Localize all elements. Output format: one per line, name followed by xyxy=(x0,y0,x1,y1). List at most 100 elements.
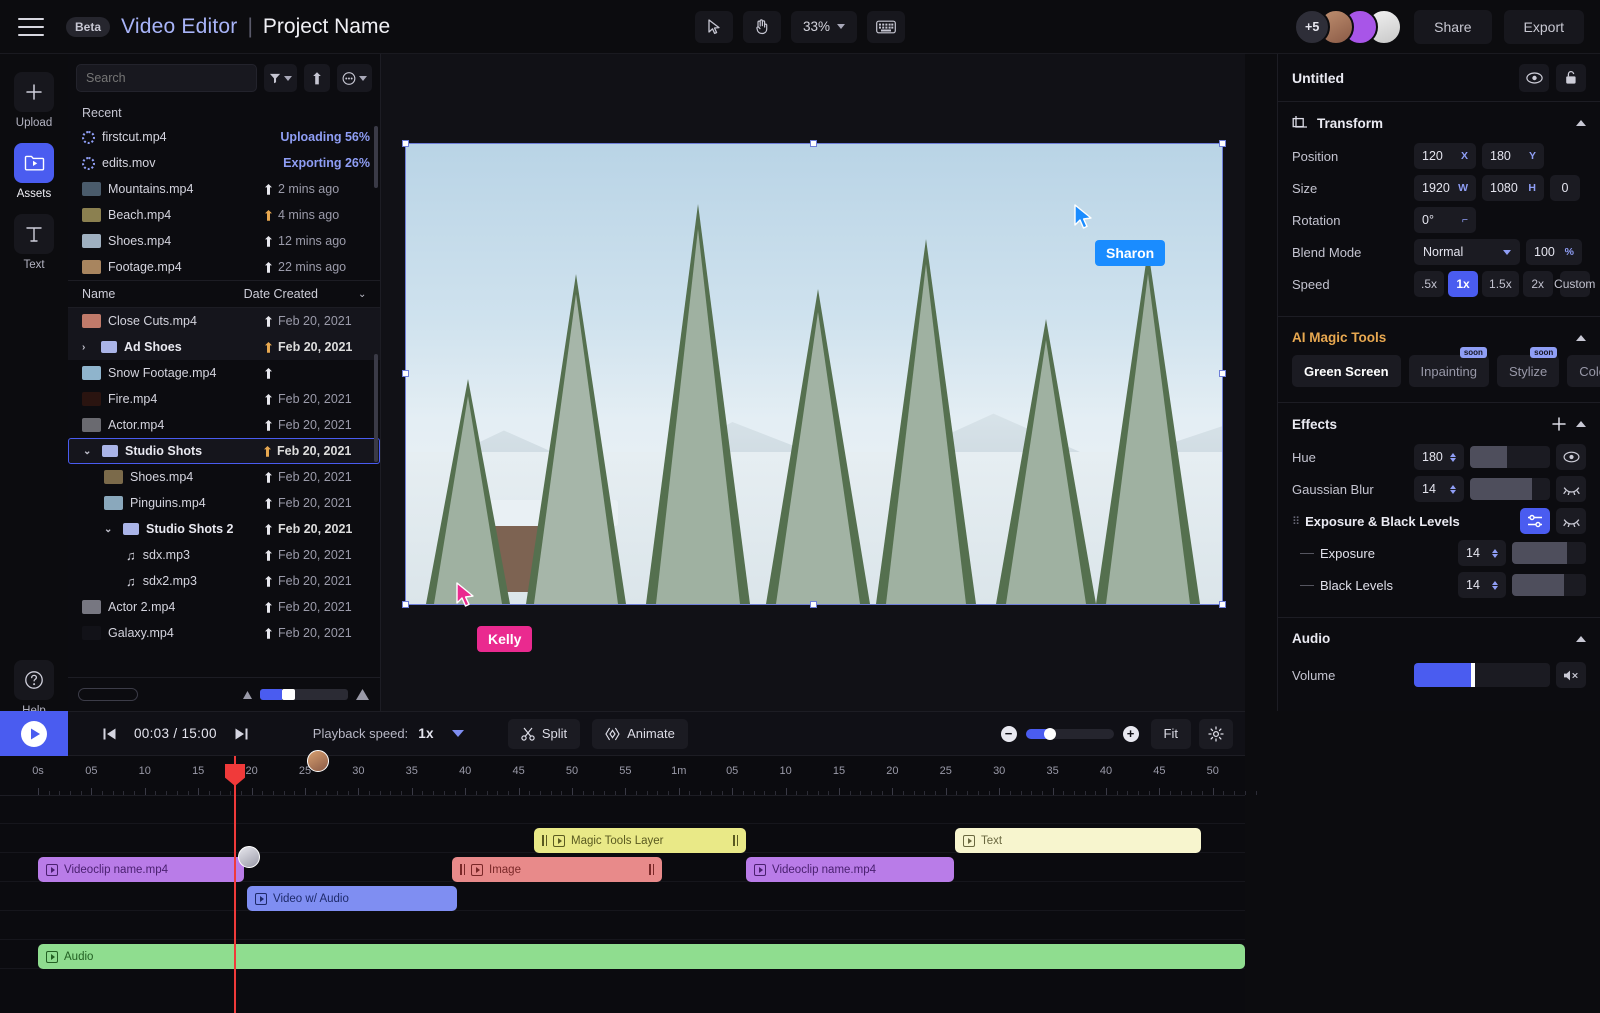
resize-handle-br[interactable] xyxy=(1219,601,1226,608)
assets-scrollbar[interactable] xyxy=(374,354,378,462)
select-tool-button[interactable] xyxy=(695,10,733,43)
speed-option-1p5x[interactable]: 1.5x xyxy=(1482,271,1519,297)
table-row[interactable]: Snow Footage.mp4 xyxy=(68,360,380,386)
chevron-right-icon[interactable]: › xyxy=(82,342,94,353)
effect-slider[interactable] xyxy=(1512,574,1586,596)
table-row[interactable]: Actor.mp4 Feb 20, 2021 xyxy=(68,412,380,438)
ai-tool-colorize[interactable]: Colorizesoon xyxy=(1567,355,1600,387)
keyboard-shortcuts-button[interactable] xyxy=(867,10,905,43)
speed-option-2x[interactable]: 2x xyxy=(1522,271,1553,297)
fit-button[interactable]: Fit xyxy=(1150,718,1191,749)
table-row[interactable]: Pinguins.mp4 Feb 20, 2021 xyxy=(68,490,380,516)
column-header-name[interactable]: Name xyxy=(82,287,115,301)
effects-header[interactable]: Effects xyxy=(1292,416,1586,432)
hand-tool-button[interactable] xyxy=(743,10,781,43)
effect-slider[interactable] xyxy=(1470,478,1550,500)
sidebar-item-text[interactable]: Text xyxy=(14,214,54,271)
effect-value-input[interactable]: 180 xyxy=(1414,444,1464,470)
speed-option-p5x[interactable]: .5x xyxy=(1414,271,1445,297)
chevron-down-icon[interactable] xyxy=(451,730,464,737)
table-row[interactable]: Close Cuts.mp4 Feb 20, 2021 xyxy=(68,308,380,334)
clip-grip-right[interactable] xyxy=(649,864,654,875)
sidebar-item-upload[interactable]: Upload xyxy=(14,72,54,129)
animate-button[interactable]: Animate xyxy=(592,718,688,749)
table-row[interactable]: ♫ sdx.mp3 Feb 20, 2021 xyxy=(68,542,380,568)
chevron-down-icon[interactable]: ⌄ xyxy=(83,446,95,457)
table-row[interactable]: ⌄ Studio Shots 2 Feb 20, 2021 xyxy=(68,516,380,542)
rotation-input[interactable]: 0° ⌐ xyxy=(1414,207,1476,233)
avatar-overflow-count[interactable]: +5 xyxy=(1294,8,1331,45)
collapse-transform-icon[interactable] xyxy=(1576,120,1586,126)
table-row[interactable]: Actor 2.mp4 Feb 20, 2021 xyxy=(68,594,380,620)
clip-grip-left[interactable] xyxy=(460,864,465,875)
list-item[interactable]: Shoes.mp4 12 mins ago xyxy=(68,228,380,254)
timeline-playhead[interactable] xyxy=(225,756,245,1013)
filter-button[interactable] xyxy=(264,64,298,92)
table-row[interactable]: Fire.mp4 Feb 20, 2021 xyxy=(68,386,380,412)
opacity-input[interactable]: 100 % xyxy=(1526,239,1582,265)
volume-knob[interactable] xyxy=(1471,663,1476,687)
resize-handle-tl[interactable] xyxy=(402,140,409,147)
timeline-clip[interactable]: Image xyxy=(452,857,662,882)
sliders-icon[interactable] xyxy=(1520,508,1550,534)
volume-slider[interactable] xyxy=(1414,663,1550,687)
resize-handle-bl[interactable] xyxy=(402,601,409,608)
speed-option-1x[interactable]: 1x xyxy=(1448,271,1479,297)
zoom-level-dropdown[interactable]: 33% xyxy=(791,10,857,43)
table-row[interactable]: › Ad Shoes Feb 20, 2021 xyxy=(68,334,380,360)
effect-value-input[interactable]: 14 xyxy=(1458,572,1506,598)
timeline[interactable]: 0s 05 10 15 20 25 30 35 40 45 50 55 1m 05 10 15 20 25 30 35… xyxy=(0,750,1257,1013)
ai-tool-green-screen[interactable]: Green Screen xyxy=(1292,355,1401,387)
size-lock-input[interactable]: 0 xyxy=(1550,175,1580,201)
stepper[interactable] xyxy=(1492,580,1498,590)
split-button[interactable]: Split xyxy=(507,718,581,749)
speaker-mute-icon[interactable] xyxy=(1556,662,1586,688)
speed-custom-button[interactable]: Custom xyxy=(1554,271,1595,297)
effect-value-input[interactable]: 14 xyxy=(1414,476,1464,502)
table-row[interactable]: Shoes.mp4 Feb 20, 2021 xyxy=(68,464,380,490)
timeline-track[interactable] xyxy=(0,882,1245,911)
avatar-marker-icon[interactable] xyxy=(238,846,260,868)
sidebar-item-help[interactable]: Help xyxy=(14,660,54,717)
effect-value-input[interactable]: 14 xyxy=(1458,540,1506,566)
size-height-input[interactable]: 1080 H xyxy=(1482,175,1544,201)
preview-canvas[interactable]: Sharon Kelly xyxy=(381,54,1245,711)
ai-tool-inpainting[interactable]: Inpainting soon xyxy=(1408,347,1489,387)
timeline-track[interactable] xyxy=(0,911,1245,940)
collapse-audio-icon[interactable] xyxy=(1576,635,1586,642)
ai-tool-stylize[interactable]: Stylize soon xyxy=(1496,347,1560,387)
list-item[interactable]: Footage.mp4 22 mins ago xyxy=(68,254,380,280)
audio-header[interactable]: Audio xyxy=(1292,631,1586,646)
unlock-icon[interactable] xyxy=(1556,63,1586,92)
clip-grip-left[interactable] xyxy=(542,835,547,846)
size-width-input[interactable]: 1920 W xyxy=(1414,175,1476,201)
table-row[interactable]: ♫ sdx2.mp3 Feb 20, 2021 xyxy=(68,568,380,594)
blend-mode-select[interactable]: Normal xyxy=(1414,239,1520,265)
position-y-input[interactable]: 180 Y xyxy=(1482,143,1544,169)
list-item[interactable]: firstcut.mp4 Uploading 56% xyxy=(68,124,380,150)
chevron-down-icon[interactable]: ⌄ xyxy=(104,524,116,535)
timeline-clip[interactable]: Videoclip name.mp4 xyxy=(38,857,244,882)
search-input[interactable] xyxy=(76,64,257,92)
drag-handle-icon[interactable]: ⠿ xyxy=(1292,515,1300,528)
zoom-out-button[interactable]: − xyxy=(1000,725,1017,742)
table-row[interactable]: ⌄ Studio Shots Feb 20, 2021 xyxy=(68,438,380,464)
slider-knob[interactable] xyxy=(282,689,295,700)
video-frame[interactable] xyxy=(402,140,1226,608)
timeline-clip[interactable]: Audio xyxy=(38,944,1245,969)
timeline-clip[interactable]: Videoclip name.mp4 xyxy=(746,857,954,882)
collapse-effects-icon[interactable] xyxy=(1576,421,1586,427)
chevron-down-icon[interactable]: ⌄ xyxy=(358,289,370,300)
avatar-marker-icon[interactable] xyxy=(307,750,329,772)
eye-icon[interactable] xyxy=(1556,444,1586,470)
transform-header[interactable]: Transform xyxy=(1292,115,1586,131)
ai-magic-tools-header[interactable]: AI Magic Tools xyxy=(1292,330,1586,345)
zoom-slider-knob[interactable] xyxy=(1043,727,1056,740)
share-button[interactable]: Share xyxy=(1414,9,1492,44)
table-row[interactable]: Galaxy.mp4 Feb 20, 2021 xyxy=(68,620,380,646)
thumbnail-size-slider[interactable] xyxy=(260,689,348,700)
timeline-clip[interactable]: Video w/ Audio xyxy=(247,886,457,911)
stepper[interactable] xyxy=(1450,484,1456,494)
small-thumbnail-icon[interactable] xyxy=(241,689,254,701)
large-thumbnail-icon[interactable] xyxy=(354,687,371,702)
